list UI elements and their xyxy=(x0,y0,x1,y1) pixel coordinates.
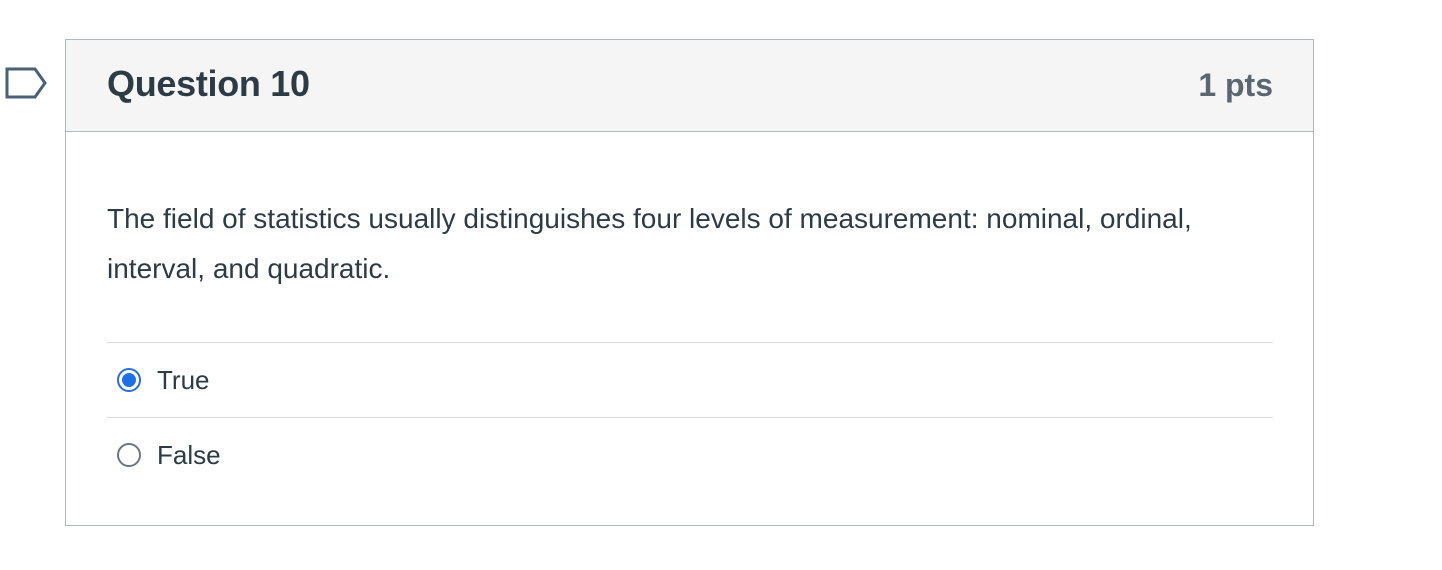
question-title: Question 10 xyxy=(107,62,310,104)
answer-option-false[interactable]: False xyxy=(107,417,1273,492)
quiz-page: Question 10 1 pts The field of statistic… xyxy=(0,0,1442,570)
question-card: Question 10 1 pts The field of statistic… xyxy=(65,39,1314,526)
radio-selected-icon[interactable] xyxy=(117,368,141,392)
answer-label[interactable]: True xyxy=(157,365,210,396)
question-body: The field of statistics usually distingu… xyxy=(66,132,1313,492)
question-header: Question 10 1 pts xyxy=(66,40,1313,132)
radio-unselected-icon[interactable] xyxy=(117,443,141,467)
flag-question-icon[interactable] xyxy=(4,66,48,100)
answer-list: True False xyxy=(107,342,1273,492)
answer-option-true[interactable]: True xyxy=(107,342,1273,417)
question-points: 1 pts xyxy=(1198,67,1273,103)
question-text: The field of statistics usually distingu… xyxy=(107,203,1192,284)
answer-label[interactable]: False xyxy=(157,440,221,471)
